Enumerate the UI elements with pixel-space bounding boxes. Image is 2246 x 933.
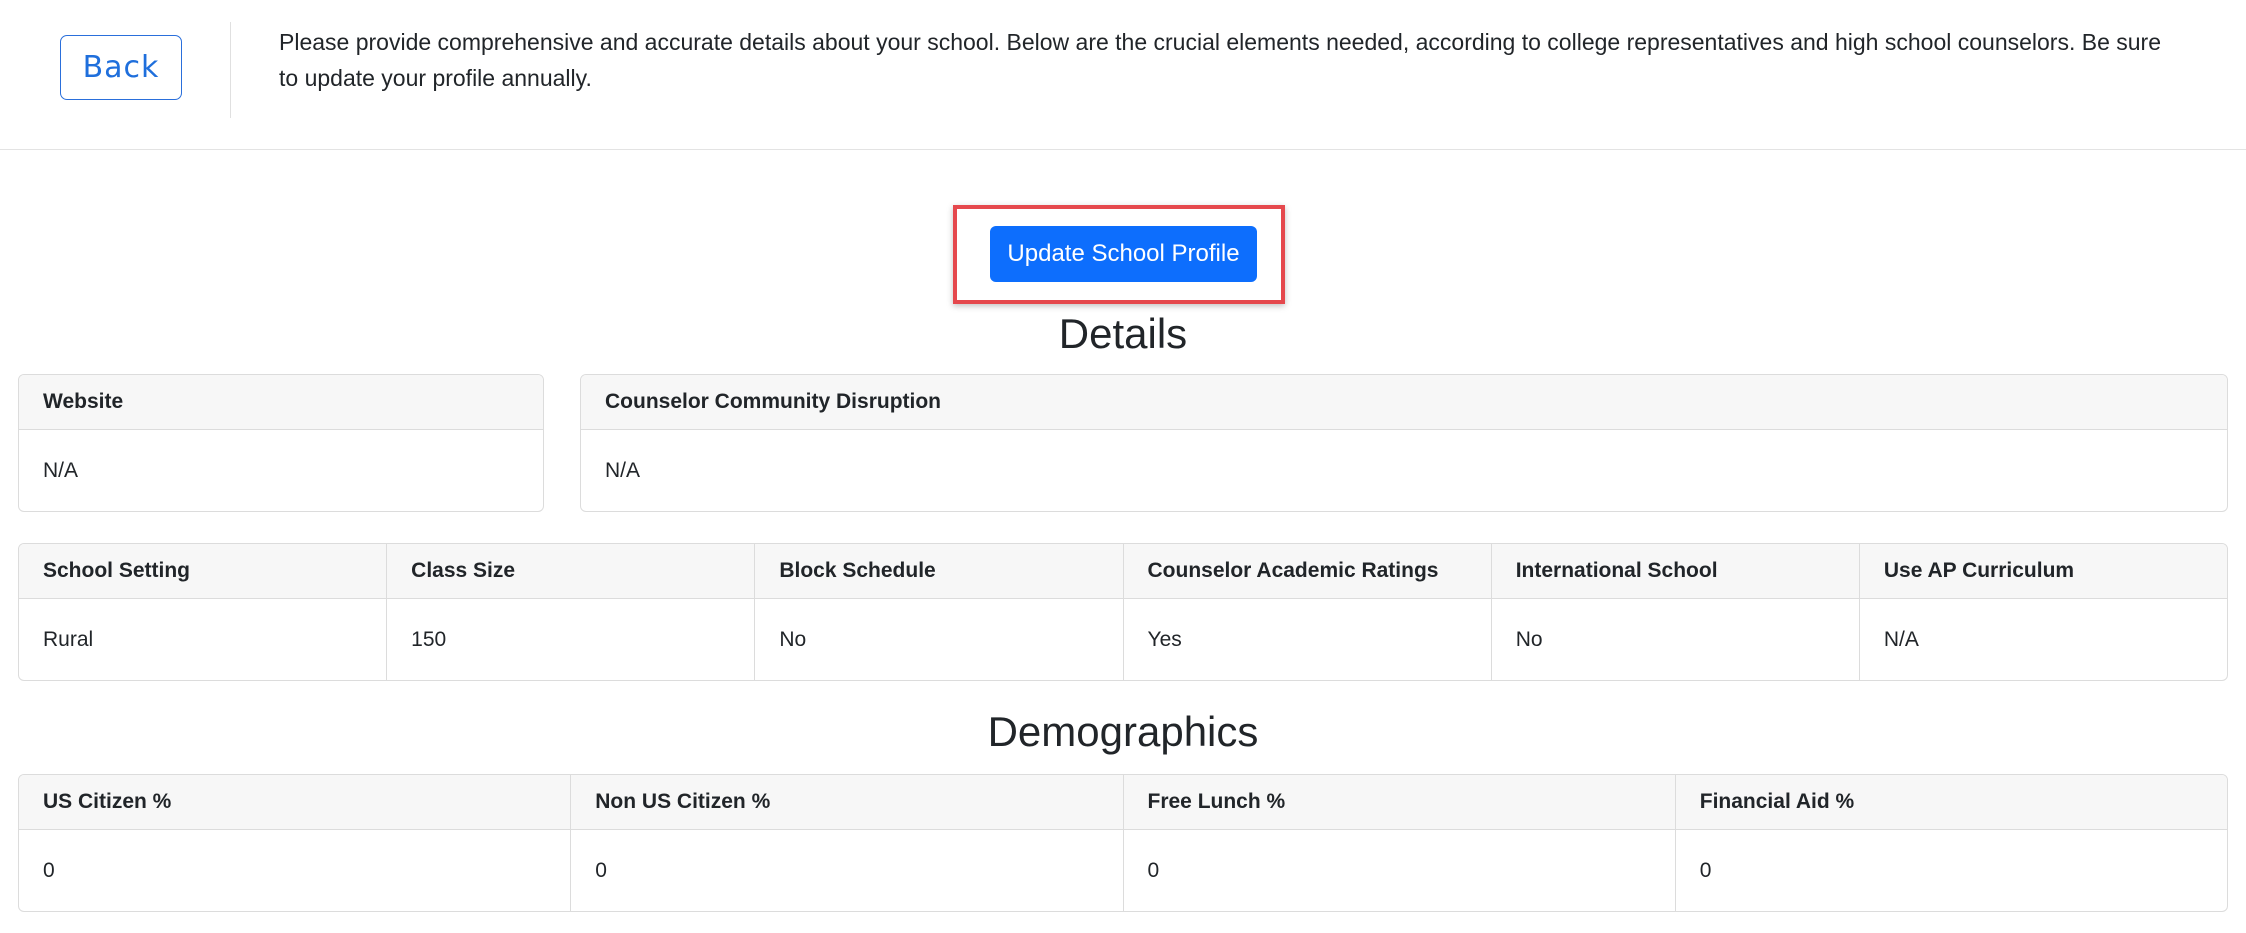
detail-label: International School [1491,544,1859,599]
demo-label: US Citizen % [19,775,571,830]
demo-column-us-citizen: US Citizen % 0 [19,775,572,911]
detail-label: Use AP Curriculum [1859,544,2227,599]
demographics-table: US Citizen % 0 Non US Citizen % 0 Free L… [18,774,2228,912]
demo-label: Financial Aid % [1675,775,2227,830]
top-bar: Back Please provide comprehensive and ac… [0,0,2246,150]
demo-value: 0 [1699,858,1712,882]
school-profile-page: Back Please provide comprehensive and ac… [0,0,2246,933]
detail-label: Block Schedule [755,544,1123,599]
website-column: Website N/A [19,375,543,511]
disruption-label: Counselor Community Disruption [581,375,2227,430]
disruption-card: Counselor Community Disruption N/A [580,374,2228,512]
detail-column-international-school: International School No [1491,544,1860,680]
detail-value: N/A [1883,627,1919,651]
website-label: Website [19,375,543,430]
detail-value: No [1515,627,1543,651]
detail-column-ap-curriculum: Use AP Curriculum N/A [1859,544,2227,680]
detail-label: School Setting [19,544,387,599]
detail-value: 150 [411,627,447,651]
intro-text: Please provide comprehensive and accurat… [279,29,2162,91]
demo-value: 0 [43,858,55,882]
disruption-value: N/A [605,458,641,482]
demo-column-free-lunch: Free Lunch % 0 [1123,775,1676,911]
back-button[interactable]: Back [60,35,182,100]
disruption-column: Counselor Community Disruption N/A [581,375,2227,511]
detail-value: Yes [1147,627,1182,651]
detail-label: Counselor Academic Ratings [1123,544,1491,599]
details-table: School Setting Rural Class Size 150 Bloc… [18,543,2228,681]
demo-label: Non US Citizen % [571,775,1123,830]
detail-label: Class Size [387,544,755,599]
detail-column-academic-ratings: Counselor Academic Ratings Yes [1123,544,1492,680]
top-divider [230,22,231,118]
demographics-heading: Demographics [987,708,1259,755]
website-card: Website N/A [18,374,544,512]
detail-column-block-schedule: Block Schedule No [755,544,1124,680]
detail-value: No [779,627,807,651]
detail-column-school-setting: School Setting Rural [19,544,388,680]
details-heading: Details [1058,310,1188,357]
demo-value: 0 [595,858,607,882]
detail-value: Rural [43,627,94,651]
demo-value: 0 [1147,858,1160,882]
website-value: N/A [43,458,79,482]
demo-label: Free Lunch % [1123,775,1675,830]
update-school-profile-button[interactable]: Update School Profile [990,226,1257,282]
detail-column-class-size: Class Size 150 [387,544,756,680]
demo-column-non-us-citizen: Non US Citizen % 0 [571,775,1124,911]
demo-column-financial-aid: Financial Aid % 0 [1675,775,2227,911]
